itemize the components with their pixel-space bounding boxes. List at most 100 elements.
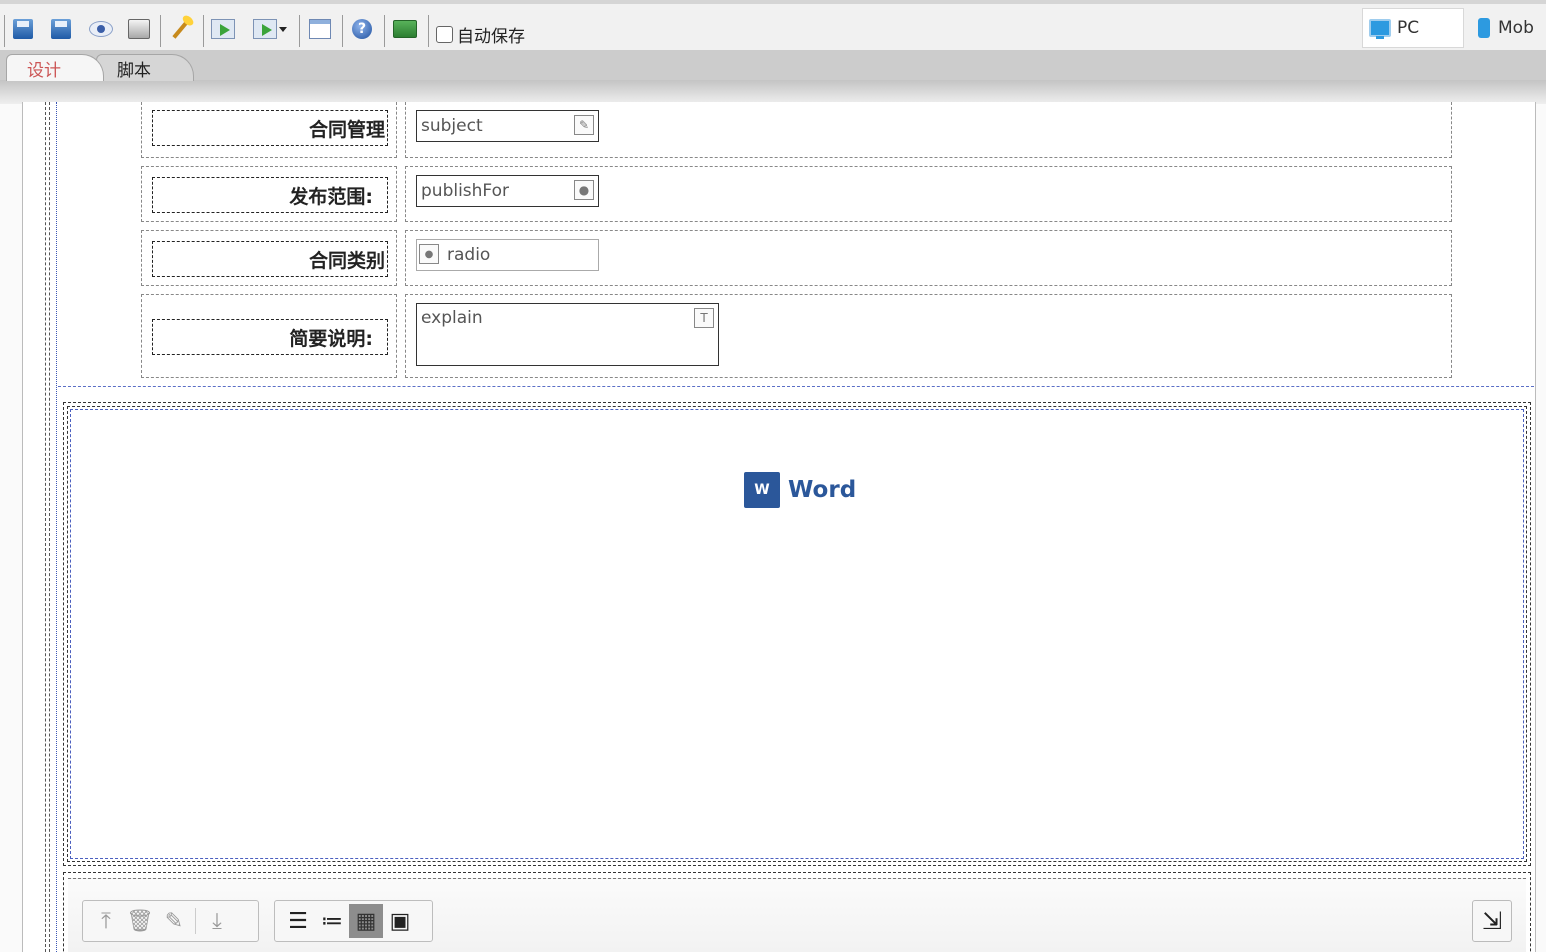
toolbar-separator [299,15,300,47]
value-cell[interactable]: ● radio [405,230,1452,286]
toolbar-separator [428,15,429,47]
attachment-toolbar: ⤒ 🗑 ✎ ⤓ ☰ ≔ ▦ ▣ ⇲ [68,878,1526,952]
field-name: subject [421,116,483,136]
import-button[interactable] [208,14,238,44]
autosave-toggle[interactable]: 自动保存 [436,22,525,47]
label-cell[interactable]: 发布范围: [141,166,397,222]
grid-view-icon: ▦ [355,908,377,934]
field-label: 合同类别 [152,241,388,277]
chevron-down-icon [279,26,287,32]
upload-icon: ⤒ [101,908,111,934]
toolbar-separator [4,15,5,47]
form-row: 合同类别 ● radio [141,230,1452,286]
toolbar-separator [160,15,161,47]
export-button[interactable] [248,14,292,44]
word-container[interactable]: W Word [63,402,1531,866]
upload-button[interactable]: ⤒ [89,904,123,938]
list-view-button[interactable]: ☰ [281,904,315,938]
subject-field[interactable]: subject ✎ [416,110,599,142]
guide-line [49,102,51,952]
autosave-checkbox[interactable] [436,26,453,43]
detail-list-icon: ≔ [321,908,343,934]
form-row: 简要说明: explain T [141,294,1452,378]
label-cell[interactable]: 合同管理 [141,102,397,158]
layer-button[interactable] [390,14,420,44]
radio-field[interactable]: ● radio [416,239,599,271]
wizard-button[interactable] [166,14,196,44]
collapse-button[interactable]: ⇲ [1472,900,1512,942]
import-icon [211,19,235,39]
label-cell[interactable]: 简要说明: [141,294,397,378]
view-mobile-button[interactable]: Mob [1478,8,1546,48]
tab-script[interactable]: 脚本 [96,54,194,81]
save-as-button[interactable] [46,14,76,44]
print-button[interactable] [124,14,154,44]
help-button[interactable]: ? [347,14,377,44]
tab-label: 设计 [27,60,61,81]
value-cell[interactable]: explain T [405,294,1452,378]
view-pc-button[interactable]: PC [1362,8,1464,48]
word-label: Word [788,477,857,503]
image-view-button[interactable]: ▣ [383,904,417,938]
field-label: 合同管理 [152,110,388,146]
attachment-actions: ⤒ 🗑 ✎ ⤓ [82,900,259,942]
delete-icon: 🗑 [126,908,154,934]
form-list-button[interactable] [305,14,335,44]
save-button[interactable] [8,14,38,44]
field-label: 发布范围: [152,177,388,213]
field-name: explain [421,308,483,328]
list-view-icon: ☰ [288,908,308,934]
export-icon [253,19,277,39]
view-mobile-label: Mob [1498,18,1534,38]
workspace-shadow [0,80,1546,104]
form-table: 合同管理 subject ✎ 发布范围: publishFor ● 合同类别 ●… [58,102,1534,387]
eye-icon [89,21,113,37]
publishfor-field[interactable]: publishFor ● [416,175,599,207]
help-icon: ? [352,19,372,39]
word-container-inner: W Word [70,409,1524,859]
toolbar-separator [384,15,385,47]
delete-button[interactable]: 🗑 [123,904,157,938]
collapse-icon: ⇲ [1481,907,1503,935]
autosave-label: 自动保存 [457,27,525,47]
value-cell[interactable]: publishFor ● [405,166,1452,222]
layer-icon [393,20,417,38]
image-view-icon: ▣ [389,908,411,934]
edit-button[interactable]: ✎ [157,904,191,938]
phone-icon [1478,18,1490,38]
field-name: publishFor [421,181,509,201]
top-toolbar: ? 自动保存 PC Mob [0,0,1546,50]
view-switcher: ☰ ≔ ▦ ▣ [274,900,433,942]
preview-button[interactable] [86,14,116,44]
tab-design[interactable]: 设计 [6,54,104,81]
print-icon [128,19,150,39]
word-container-frame: W Word [67,406,1527,862]
word-icon: W [744,472,780,508]
save-icon [13,19,33,39]
person-icon: ● [574,180,594,200]
attachment-container: ⤒ 🗑 ✎ ⤓ ☰ ≔ ▦ ▣ ⇲ [63,872,1531,952]
form-row: 发布范围: publishFor ● [141,166,1452,222]
form-page: 合同管理 subject ✎ 发布范围: publishFor ● 合同类别 ●… [22,102,1536,952]
view-pc-label: PC [1397,18,1420,38]
tab-label: 脚本 [117,60,151,81]
field-label: 简要说明: [152,319,388,355]
download-button[interactable]: ⤓ [200,904,234,938]
textarea-icon: T [694,308,714,328]
tab-bar: 脚本 设计 [0,50,1546,81]
label-cell[interactable]: 合同类别 [141,230,397,286]
list-icon [309,19,331,39]
grid-view-button[interactable]: ▦ [349,904,383,938]
guide-line [45,102,47,952]
explain-field[interactable]: explain T [416,303,719,366]
form-row: 合同管理 subject ✎ [141,102,1452,158]
detail-list-button[interactable]: ≔ [315,904,349,938]
wand-icon [172,19,190,39]
radio-icon: ● [419,244,439,264]
monitor-icon [1369,19,1391,39]
toolbar-separator [203,15,204,47]
value-cell[interactable]: subject ✎ [405,102,1452,158]
toolbar-separator [195,908,196,934]
save-as-icon [51,19,71,39]
word-logo: W Word [744,472,856,508]
